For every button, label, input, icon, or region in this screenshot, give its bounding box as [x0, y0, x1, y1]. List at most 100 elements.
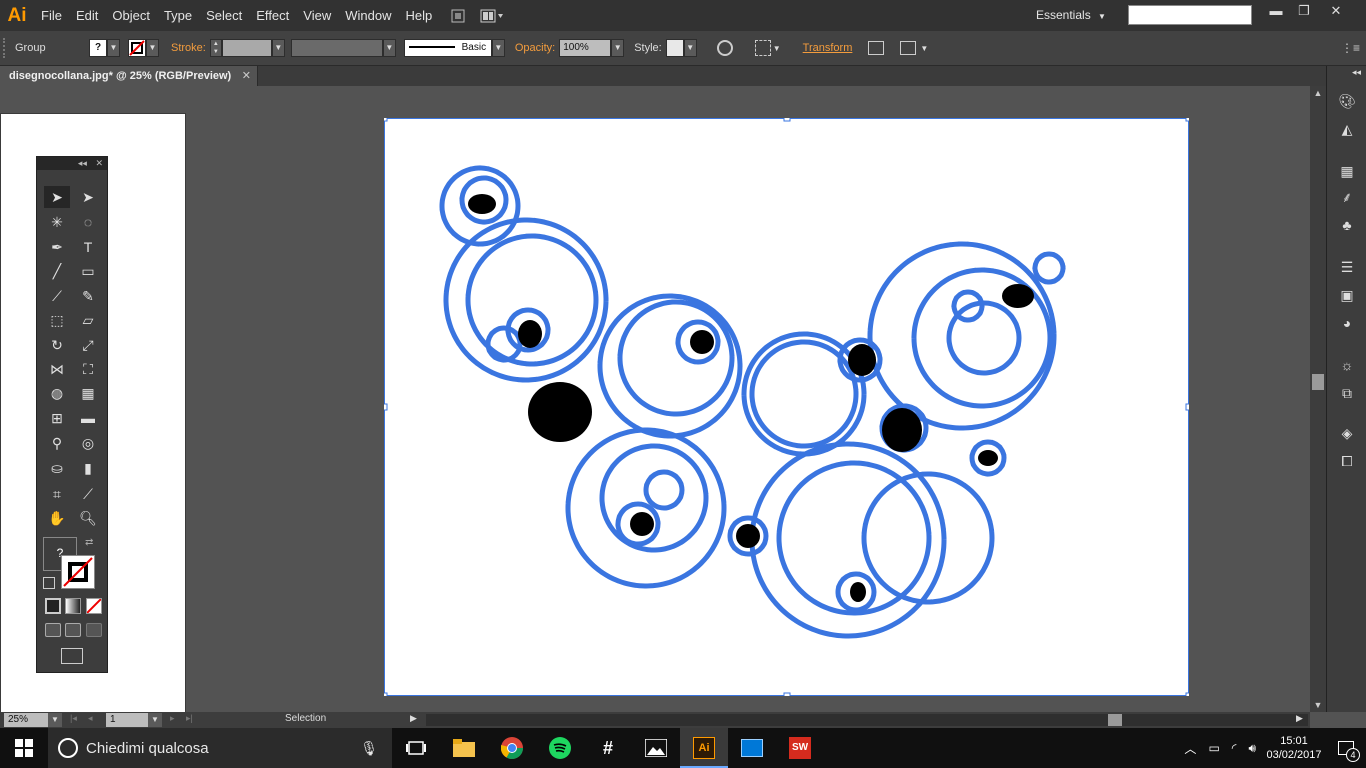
blend-tool-icon[interactable]: ◎ — [75, 432, 101, 454]
transparency-panel-icon[interactable]: ◕ — [1327, 312, 1366, 334]
collapse-panel-icon[interactable]: ◂◂ — [78, 158, 87, 168]
stroke-label[interactable]: Stroke: — [167, 42, 210, 54]
menu-type[interactable]: Type — [157, 0, 199, 31]
illustrator-taskbar-icon[interactable]: Ai — [680, 728, 728, 768]
last-artboard-icon[interactable]: ▸| — [186, 713, 193, 724]
document-tab[interactable]: disegnocollana.jpg* @ 25% (RGB/Preview) … — [0, 66, 258, 86]
brushes-panel-icon[interactable]: ⸙ — [1327, 186, 1366, 208]
flatten-dropdown[interactable]: ▼ — [920, 44, 928, 53]
menu-window[interactable]: Window — [338, 0, 398, 31]
status-menu-icon[interactable]: ▶ — [410, 713, 417, 724]
wifi-icon[interactable]: ◜ — [1226, 741, 1243, 755]
align-dropdown[interactable]: ▼ — [773, 44, 781, 53]
selection-tool-icon[interactable]: ➤ — [44, 186, 70, 208]
scale-tool-icon[interactable]: ⤢ — [75, 334, 101, 356]
color-panel-icon[interactable]: 🎨︎ — [1327, 90, 1366, 112]
magic-wand-tool-icon[interactable]: ✳ — [44, 211, 70, 233]
graphic-styles-panel-icon[interactable]: ⧉ — [1327, 382, 1366, 404]
symbol-sprayer-tool-icon[interactable]: ⛀ — [44, 457, 70, 479]
brush-definition[interactable]: Basic — [403, 39, 492, 57]
default-colors-icon[interactable] — [43, 577, 55, 589]
variable-width-profile[interactable] — [290, 39, 383, 57]
bridge-icon[interactable] — [447, 6, 469, 26]
horizontal-scrollbar[interactable] — [426, 714, 1308, 726]
color-mode-icon[interactable] — [45, 598, 61, 614]
perspective-grid-tool-icon[interactable]: ▦ — [75, 382, 101, 404]
spotify-taskbar-icon[interactable] — [536, 728, 584, 768]
artboard[interactable] — [384, 118, 1189, 696]
photos-taskbar-icon[interactable] — [632, 728, 680, 768]
panel-menu-icon[interactable]: ⋮≡ — [1341, 41, 1360, 55]
layers-panel-icon[interactable]: ◈ — [1327, 422, 1366, 444]
gradient-panel-icon[interactable]: ▣ — [1327, 284, 1366, 306]
cortana-search-box[interactable]: Chiedimi qualcosa 🎙︎ — [48, 728, 392, 768]
scroll-right-icon[interactable]: ▶ — [1296, 713, 1303, 724]
stroke-dropdown[interactable]: ▼ — [146, 39, 159, 57]
paintbrush-tool-icon[interactable]: ⟋ — [44, 285, 70, 307]
vertical-scroll-thumb[interactable] — [1312, 374, 1324, 390]
menu-view[interactable]: View — [296, 0, 338, 31]
notifications-button[interactable]: 4 — [1326, 728, 1366, 768]
artboard-number-input[interactable]: 1 — [106, 713, 148, 727]
eraser-tool-icon[interactable]: ▱ — [75, 309, 101, 331]
vertical-scrollbar[interactable]: ▲ ▼ — [1310, 86, 1326, 712]
zoom-tool-icon[interactable]: 🔍︎ — [75, 507, 101, 529]
horizontal-scroll-thumb[interactable] — [1108, 714, 1122, 726]
previous-artboard-icon[interactable]: ◂ — [88, 713, 93, 724]
recolor-artwork-icon[interactable] — [716, 40, 733, 56]
menu-help[interactable]: Help — [398, 0, 439, 31]
pencil-tool-icon[interactable]: ✎ — [75, 285, 101, 307]
width-tool-icon[interactable]: ⋈ — [44, 358, 70, 380]
necklace-trace-artwork[interactable] — [384, 118, 1189, 696]
direct-selection-tool-icon[interactable]: ➤ — [75, 186, 101, 208]
scroll-up-icon[interactable]: ▲ — [1310, 88, 1326, 98]
stroke-weight-stepper[interactable]: ▲ ▼ — [209, 39, 222, 57]
eyedropper-tool-icon[interactable]: ⚲ — [44, 432, 70, 454]
stroke-swatch[interactable] — [128, 39, 146, 57]
graphic-style-swatch[interactable] — [665, 39, 684, 57]
free-transform-tool-icon[interactable]: ⛶ — [75, 358, 101, 380]
hand-tool-icon[interactable]: ✋ — [44, 507, 70, 529]
stroke-panel-icon[interactable]: ☰ — [1327, 256, 1366, 278]
menu-edit[interactable]: Edit — [69, 0, 105, 31]
opacity-label[interactable]: Opacity: — [511, 42, 559, 54]
artboards-panel-icon[interactable]: ⧠ — [1327, 450, 1366, 472]
stroke-weight-input[interactable] — [221, 39, 272, 57]
variable-width-dropdown[interactable]: ▼ — [382, 39, 396, 57]
microphone-icon[interactable]: 🎙︎ — [360, 740, 378, 757]
slack-taskbar-icon[interactable]: # — [584, 728, 632, 768]
flatten-icon[interactable] — [900, 41, 917, 55]
gradient-mode-icon[interactable] — [65, 598, 81, 614]
symbols-panel-icon[interactable]: ♣ — [1327, 214, 1366, 236]
menu-object[interactable]: Object — [105, 0, 157, 31]
close-document-icon[interactable]: ✕ — [242, 66, 251, 86]
tools-panel-header[interactable]: ◂◂ ✕ — [37, 157, 107, 170]
menu-effect[interactable]: Effect — [249, 0, 296, 31]
lasso-tool-icon[interactable]: ◌ — [75, 211, 101, 233]
screen-mode-icon[interactable] — [61, 648, 83, 664]
isolate-group-icon[interactable] — [868, 41, 885, 55]
volume-icon[interactable]: 🔊︎ — [1242, 741, 1262, 756]
pen-tool-icon[interactable]: ✒ — [44, 236, 70, 258]
slice-tool-icon[interactable]: ⟋ — [75, 483, 101, 505]
line-tool-icon[interactable]: ╱ — [44, 260, 70, 282]
draw-behind-icon[interactable] — [65, 623, 81, 637]
swatches-panel-icon[interactable]: ▦ — [1327, 160, 1366, 182]
show-hidden-icons-icon[interactable]: ︿ — [1178, 740, 1202, 757]
artboard-dropdown[interactable]: ▼ — [148, 713, 162, 727]
transform-link[interactable]: Transform — [799, 42, 857, 54]
close-panel-icon[interactable]: ✕ — [95, 158, 103, 168]
mesh-tool-icon[interactable]: ⊞ — [44, 407, 70, 429]
shape-builder-tool-icon[interactable]: ◍ — [44, 382, 70, 404]
start-button[interactable] — [0, 728, 48, 768]
rectangle-tool-icon[interactable]: ▭ — [75, 260, 101, 282]
rotate-tool-icon[interactable]: ↻ — [44, 334, 70, 356]
file-explorer-taskbar-icon[interactable] — [440, 728, 488, 768]
canvas[interactable]: ◂◂ ✕ ➤ ➤ ✳ ◌ ✒ T ╱ ▭ ⟋ ✎ ⬚ ▱ ↻ ⤢ ⋈ ⛶ ◍ ▦… — [0, 86, 1310, 712]
stroke-weight-dropdown[interactable]: ▼ — [271, 39, 285, 57]
expand-panels-icon[interactable]: ◂◂ — [1327, 66, 1366, 78]
blob-brush-tool-icon[interactable]: ⬚ — [44, 309, 70, 331]
zoom-dropdown[interactable]: ▼ — [48, 713, 62, 727]
opacity-dropdown[interactable]: ▼ — [611, 39, 625, 57]
swap-fill-stroke-icon[interactable]: ⇄ — [85, 537, 93, 548]
